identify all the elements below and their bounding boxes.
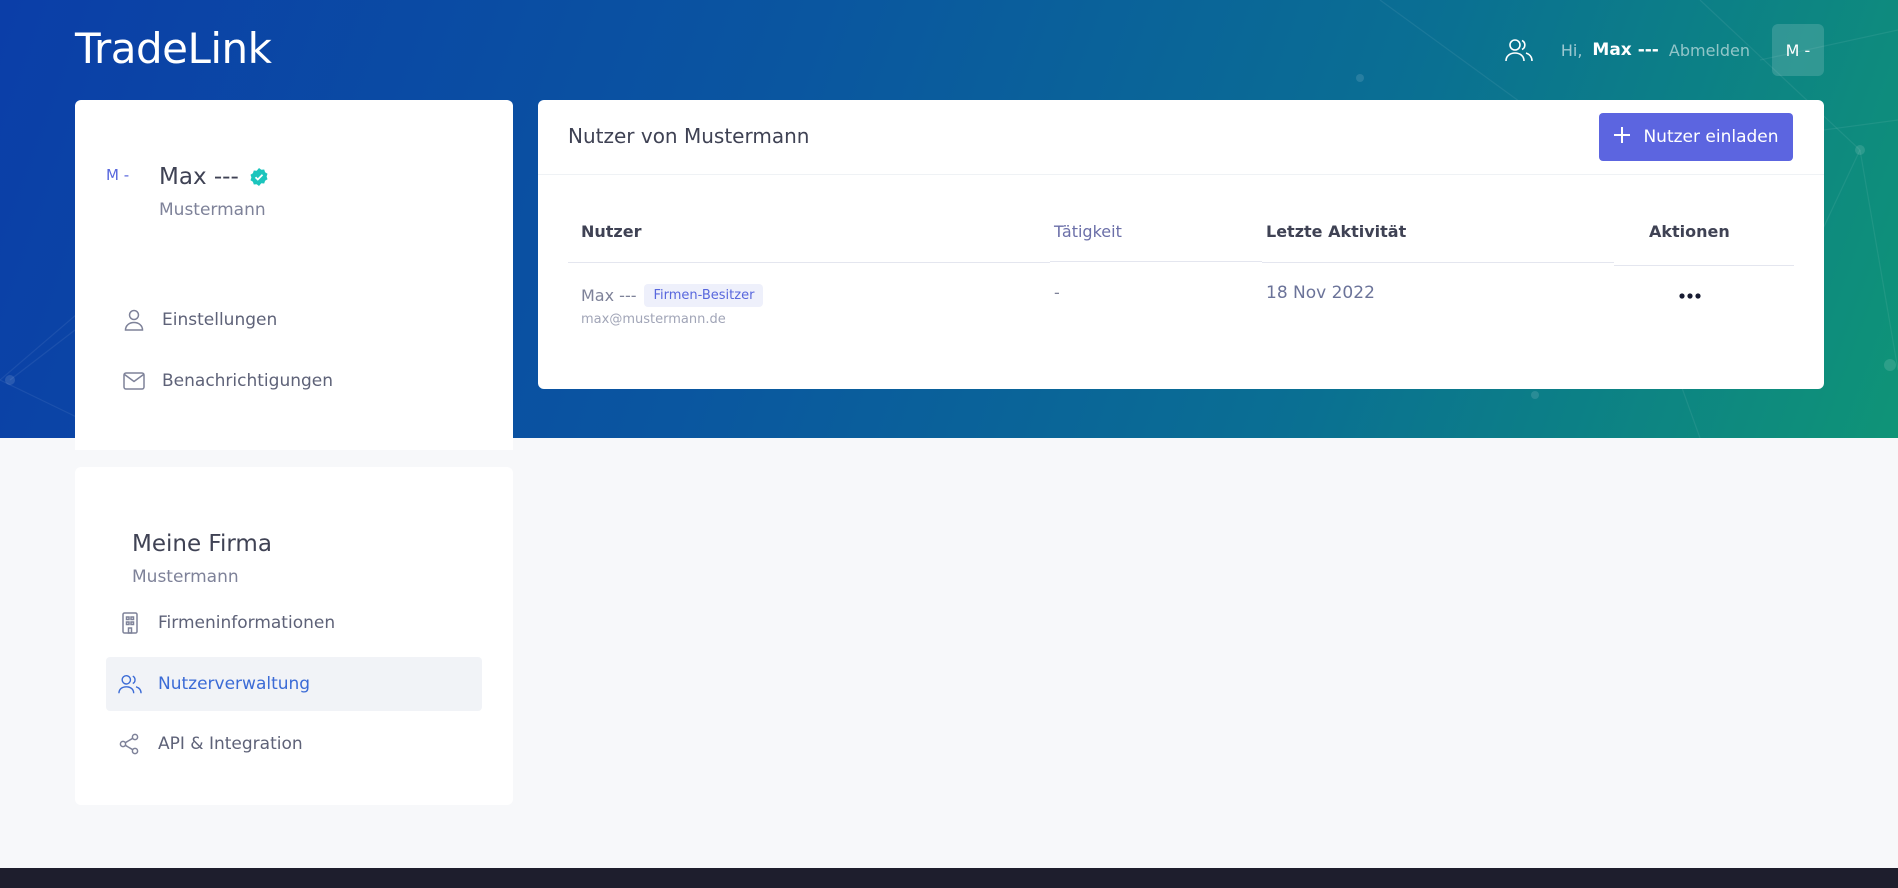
greeting-text: Hi, [1560,40,1583,60]
nav-item-api-integration[interactable]: API & Integration [106,717,482,771]
more-actions-button[interactable] [1672,278,1708,308]
nav-item-notifications[interactable]: Benachrichtigungen [110,354,345,408]
role-badge: Firmen-Besitzer [644,284,764,307]
header-divider [568,262,1050,263]
column-header-actions: Aktionen [1649,222,1730,241]
nav-item-label: Firmeninformationen [158,613,336,633]
card-header: Nutzer von Mustermann Nutzer einladen [538,100,1824,175]
company-name: Mustermann [132,567,239,587]
more-horizontal-icon [1679,284,1701,303]
invite-user-button[interactable]: Nutzer einladen [1599,113,1793,161]
user-email: max@mustermann.de [581,312,726,327]
nav-item-user-management[interactable]: Nutzerverwaltung [106,657,482,711]
profile-name: Max --- [159,164,239,190]
nav-item-label: Einstellungen [162,310,278,330]
user-name: Max --- [581,286,637,305]
user-icon [122,308,146,332]
logout-link[interactable]: Abmelden [1669,41,1750,60]
profile-name-row: Max --- [159,164,269,190]
nav-item-settings[interactable]: Einstellungen [110,293,289,347]
nav-item-label: API & Integration [158,734,303,754]
header-divider [1050,261,1262,262]
topbar-user-name: Max --- [1592,40,1659,60]
column-header-last-activity[interactable]: Letzte Aktivität [1266,222,1406,241]
header-divider [1262,262,1614,263]
table-row-user: Max --- Firmen-Besitzer [581,284,764,307]
share-nodes-icon [118,732,142,756]
nav-item-label: Nutzerverwaltung [158,674,311,694]
invite-button-label: Nutzer einladen [1643,127,1779,147]
profile-card: M - Max --- Mustermann Einstellungen Ben… [75,100,513,450]
app-logo[interactable]: TradeLink [75,24,272,73]
user-last-activity: 18 Nov 2022 [1266,283,1375,303]
users-icon[interactable] [1503,34,1535,66]
nav-item-label: Benachrichtigungen [162,371,334,391]
header-divider [1614,265,1794,266]
column-header-activity[interactable]: Tätigkeit [1054,222,1122,241]
company-title: Meine Firma [132,531,272,557]
building-icon [118,611,142,635]
user-avatar[interactable]: M - [1772,24,1824,76]
company-card: Meine Firma Mustermann Firmeninformation… [75,467,513,805]
page-title: Nutzer von Mustermann [568,124,810,148]
user-activity: - [1054,283,1060,302]
envelope-icon [122,369,146,393]
users-card: Nutzer von Mustermann Nutzer einladen Nu… [538,100,1824,389]
column-header-user[interactable]: Nutzer [581,222,641,241]
topbar: Hi, Max --- Abmelden M - [1503,24,1824,76]
footer [0,868,1898,888]
nav-item-company-info[interactable]: Firmeninformationen [106,596,482,650]
users-icon [118,672,142,696]
verified-icon [249,167,269,187]
profile-company: Mustermann [159,200,266,220]
plus-icon [1613,126,1631,149]
profile-avatar: M - [106,166,130,184]
